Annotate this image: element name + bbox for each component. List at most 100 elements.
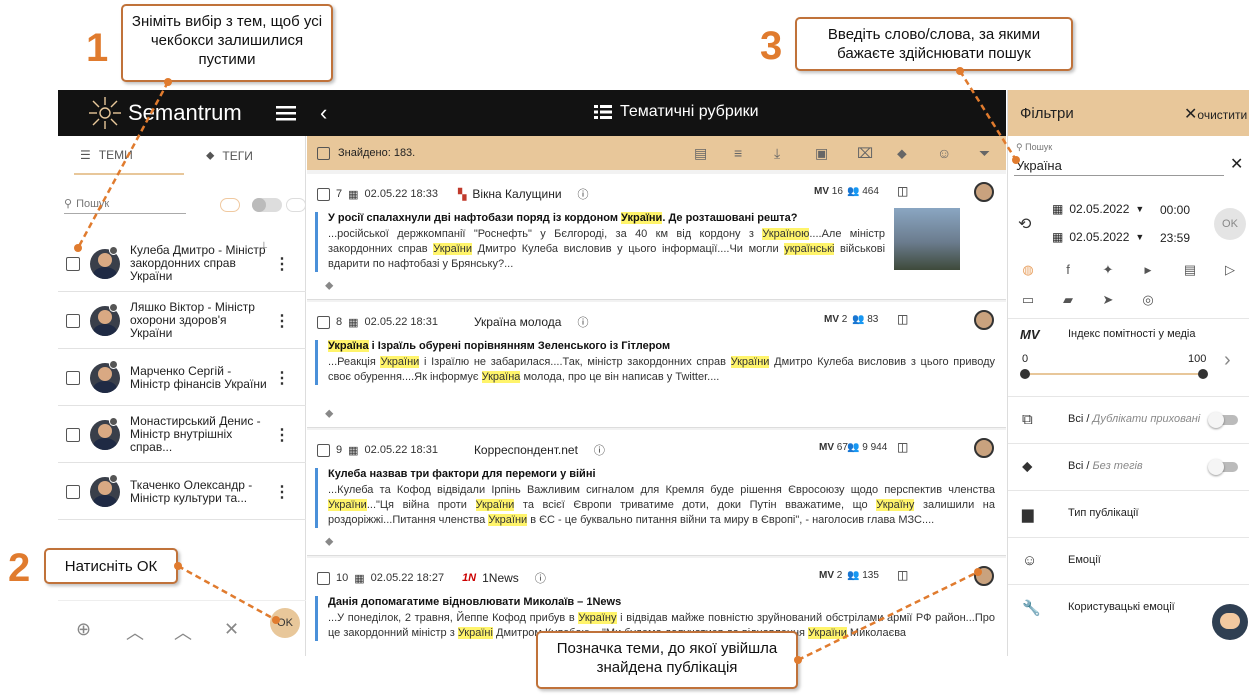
duplicates-filter[interactable]: ⧉ Всі / Дублікати приховані bbox=[1008, 396, 1249, 443]
topic-checkbox[interactable] bbox=[66, 427, 80, 442]
chevron-right-icon[interactable]: › bbox=[1224, 349, 1231, 372]
more-icon[interactable]: ⋮ bbox=[274, 311, 290, 331]
topic-search-input[interactable]: ⚲ Пошук bbox=[64, 194, 186, 214]
source-name[interactable]: Україна молода bbox=[474, 315, 562, 329]
more-icon[interactable]: ⋮ bbox=[274, 425, 290, 445]
web-icon[interactable]: ◍ bbox=[1020, 262, 1036, 278]
instagram-icon[interactable]: ◎ bbox=[1140, 292, 1156, 308]
tab-tags[interactable]: ⬥ ТЕГИ bbox=[206, 148, 253, 163]
date-ok-button[interactable]: OK bbox=[1214, 208, 1246, 240]
topic-item[interactable]: Марченко Сергій - Міністр фінансів Украї… bbox=[58, 350, 306, 406]
view-icon[interactable]: ◫ bbox=[897, 568, 908, 582]
select-all-checkbox[interactable] bbox=[317, 146, 330, 160]
topic-marker-avatar[interactable] bbox=[974, 310, 994, 330]
topic-checkbox[interactable] bbox=[66, 484, 80, 499]
publication-thumbnail[interactable] bbox=[894, 208, 960, 270]
topic-marker-avatar[interactable] bbox=[974, 566, 994, 586]
time-to-field[interactable]: 23:59 bbox=[1160, 231, 1190, 245]
publication-title[interactable]: Данія допомагатиме відновлювати Миколаїв… bbox=[328, 596, 995, 608]
topic-checkbox[interactable] bbox=[66, 313, 80, 328]
date-from-field[interactable]: ▦ 02.05.2022 ▼ bbox=[1052, 202, 1144, 216]
chat-icon[interactable] bbox=[1212, 604, 1248, 640]
topic-checkbox[interactable] bbox=[66, 256, 80, 271]
logo[interactable]: Semantrum bbox=[58, 90, 306, 136]
chevron-up-icon[interactable]: ︿ bbox=[174, 619, 192, 645]
publication-type-filter[interactable]: ▆ Тип публікації bbox=[1008, 490, 1249, 537]
document-icon[interactable]: ▤ bbox=[694, 145, 708, 161]
clear-search-icon[interactable]: ✕ bbox=[1230, 154, 1243, 174]
topic-marker-avatar[interactable] bbox=[974, 182, 994, 202]
intersection-icon[interactable] bbox=[220, 198, 240, 212]
publication-checkbox[interactable] bbox=[317, 187, 330, 201]
info-icon[interactable]: ⓘ bbox=[577, 314, 588, 330]
mv-slider-min-handle[interactable] bbox=[1020, 369, 1030, 379]
publication-card[interactable]: 8 ▦ 02.05.22 18:31 Україна молода ⓘ MV 2… bbox=[307, 302, 1006, 428]
history-icon[interactable]: ⟲ bbox=[1018, 214, 1031, 234]
download-icon[interactable]: ⤓ bbox=[774, 145, 788, 161]
tag-icon[interactable]: ⬥ bbox=[325, 534, 333, 549]
union-icon[interactable] bbox=[286, 198, 306, 212]
topic-mode-toggle[interactable] bbox=[252, 198, 282, 212]
publication-checkbox[interactable] bbox=[317, 571, 330, 585]
tags-filter[interactable]: ⬥ Всі / Без тегів bbox=[1008, 443, 1249, 490]
filter-icon[interactable]: ⏷ bbox=[979, 145, 993, 161]
source-name[interactable]: Вікна Калущини bbox=[472, 187, 561, 201]
view-icon[interactable]: ◫ bbox=[897, 184, 908, 198]
more-icon[interactable]: ⋮ bbox=[274, 254, 290, 274]
forum-icon[interactable]: ▰ bbox=[1060, 292, 1076, 308]
tag-icon[interactable]: ⬥ bbox=[897, 145, 911, 161]
add-icon[interactable]: ⊕ bbox=[76, 619, 91, 640]
topic-item[interactable]: Ляшко Віктор - Міністр охорони здоров'я … bbox=[58, 293, 306, 349]
emotion-icon[interactable]: ☺ bbox=[937, 145, 951, 161]
back-icon[interactable]: ‹ bbox=[320, 100, 327, 126]
info-icon[interactable]: ⓘ bbox=[594, 442, 605, 458]
radio-icon[interactable]: ▭ bbox=[1020, 292, 1036, 308]
publication-checkbox[interactable] bbox=[317, 443, 330, 457]
source-name[interactable]: 1News bbox=[482, 571, 519, 585]
view-icon[interactable]: ◫ bbox=[897, 312, 908, 326]
twitter-icon[interactable]: ✦ bbox=[1100, 262, 1116, 278]
news-icon[interactable]: ▤ bbox=[1182, 262, 1198, 278]
tab-topics[interactable]: ☰ ТЕМИ bbox=[80, 148, 133, 162]
publication-card[interactable]: 9 ▦ 02.05.22 18:31 Корреспондент.net ⓘ M… bbox=[307, 430, 1006, 556]
date-to-field[interactable]: ▦ 02.05.2022 ▼ bbox=[1052, 230, 1144, 244]
tag-icon[interactable]: ⬥ bbox=[325, 406, 333, 421]
text-icon[interactable]: ≡ bbox=[734, 145, 748, 161]
facebook-icon[interactable]: f bbox=[1060, 262, 1076, 278]
topic-marker-avatar[interactable] bbox=[974, 438, 994, 458]
ok-button[interactable]: OK bbox=[270, 608, 300, 638]
clear-filters-button[interactable]: ✕очистити bbox=[1184, 104, 1247, 124]
time-from-field[interactable]: 00:00 bbox=[1160, 203, 1190, 217]
tag-icon[interactable]: ⬥ bbox=[325, 278, 333, 293]
info-icon[interactable]: ⓘ bbox=[535, 570, 546, 586]
publication-title[interactable]: Україна і Ізраїль обурені порівнянням Зе… bbox=[328, 340, 995, 352]
close-icon[interactable]: ✕ bbox=[224, 619, 239, 640]
mv-slider-max-handle[interactable] bbox=[1198, 369, 1208, 379]
topic-checkbox[interactable] bbox=[66, 370, 80, 385]
publication-checkbox[interactable] bbox=[317, 315, 330, 329]
chevron-up-icon[interactable]: ︿ bbox=[126, 619, 144, 645]
telegram-icon[interactable]: ➤ bbox=[1100, 292, 1116, 308]
source-name[interactable]: Корреспондент.net bbox=[474, 443, 578, 457]
duplicates-toggle[interactable] bbox=[1208, 412, 1238, 428]
menu-icon[interactable] bbox=[276, 103, 298, 123]
publication-card[interactable]: 7 ▦ 02.05.22 18:33 ▚ Вікна Калущини ⓘ MV… bbox=[307, 174, 1006, 300]
keyword-search-field[interactable]: ⚲ Пошук Україна bbox=[1014, 140, 1224, 176]
publication-title[interactable]: Кулеба назвав три фактори для перемоги у… bbox=[328, 468, 995, 480]
tags-toggle[interactable] bbox=[1208, 459, 1238, 475]
mv-slider-track[interactable] bbox=[1024, 373, 1204, 375]
more-icon[interactable]: ⋮ bbox=[274, 482, 290, 502]
video-icon[interactable]: ▷ bbox=[1222, 262, 1238, 278]
delete-icon[interactable]: ⌧ bbox=[857, 145, 873, 161]
publication-title[interactable]: У росії спалахнули дві нафтобази поряд і… bbox=[328, 212, 885, 224]
topic-item[interactable]: Монастирський Денис - Міністр внутрішніх… bbox=[58, 407, 306, 463]
pin-icon[interactable]: ⊥ bbox=[260, 240, 268, 251]
emotions-filter[interactable]: ☺ Емоції bbox=[1008, 537, 1249, 584]
topic-item[interactable]: Ткаченко Олександр - Міністр культури та… bbox=[58, 464, 306, 520]
view-icon[interactable]: ◫ bbox=[897, 440, 908, 454]
youtube-icon[interactable]: ▶ bbox=[1140, 262, 1156, 278]
info-icon[interactable]: ⓘ bbox=[578, 186, 589, 202]
save-icon[interactable]: ▣ bbox=[815, 145, 829, 161]
more-icon[interactable]: ⋮ bbox=[274, 368, 290, 388]
topic-item[interactable]: Кулеба Дмитро - Міністр закордонних спра… bbox=[58, 236, 306, 292]
